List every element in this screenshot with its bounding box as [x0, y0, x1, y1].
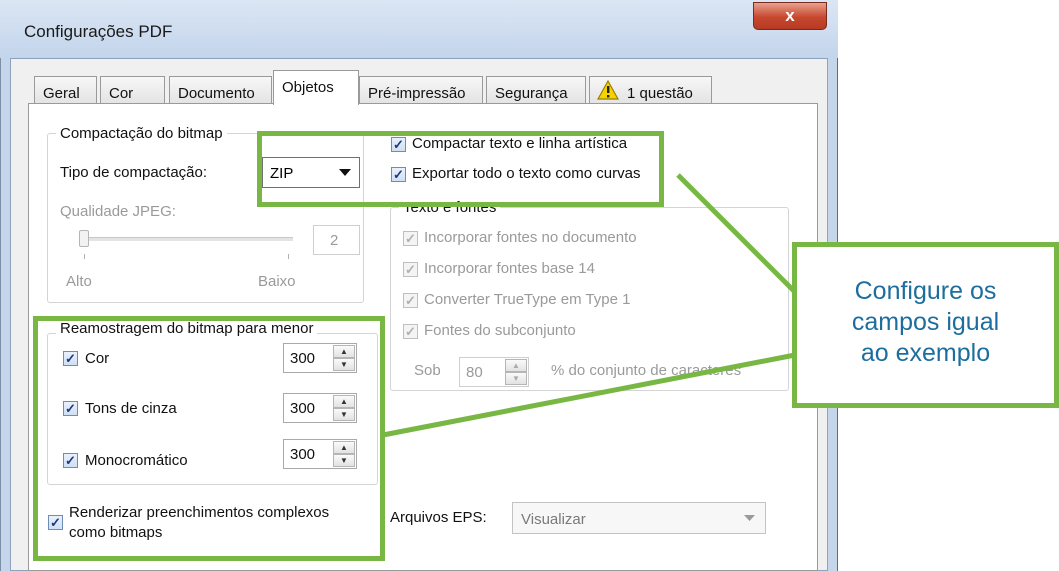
close-button[interactable]: x — [753, 2, 827, 30]
jpeg-quality-slider-handle[interactable] — [79, 230, 89, 247]
callout-line-1: Configure os — [854, 277, 997, 305]
embed-base14-label: Incorporar fontes base 14 — [424, 260, 595, 277]
slider-tick-max — [288, 254, 289, 259]
bitmap-compression-legend: Compactação do bitmap — [56, 125, 227, 142]
callout-line-2: campos igual — [851, 308, 1000, 336]
callout-line-3: ao exemplo — [860, 339, 991, 367]
instruction-callout: Configure os campos igual ao exemplo — [792, 242, 1059, 408]
slider-max-label: Baixo — [258, 273, 296, 290]
highlight-box-left — [33, 316, 385, 561]
convert-truetype-label: Converter TrueType em Type 1 — [424, 291, 631, 308]
eps-files-label: Arquivos EPS: — [390, 509, 487, 526]
highlight-box-top — [257, 131, 664, 207]
window-title: Configurações PDF — [24, 22, 173, 41]
jpeg-quality-slider-track — [83, 237, 293, 241]
convert-truetype-checkbox[interactable]: ✓ — [403, 293, 418, 308]
tab-geral[interactable]: Geral — [34, 76, 97, 104]
tab-pre-impressao[interactable]: Pré-impressão — [359, 76, 483, 104]
tab-documento[interactable]: Documento — [169, 76, 272, 104]
compression-type-label: Tipo de compactação: — [60, 164, 208, 181]
jpeg-quality-label: Qualidade JPEG: — [60, 203, 176, 220]
tab-seguranca[interactable]: Segurança — [486, 76, 586, 104]
slider-min-label: Alto — [66, 273, 92, 290]
embed-base14-checkbox[interactable]: ✓ — [403, 262, 418, 277]
warning-icon — [597, 80, 619, 100]
slider-tick-min — [84, 254, 85, 259]
embed-fonts-checkbox[interactable]: ✓ — [403, 231, 418, 246]
tab-issues[interactable]: 1 questão — [589, 76, 712, 104]
jpeg-quality-input[interactable]: 2 — [313, 225, 360, 255]
tab-cor[interactable]: Cor — [100, 76, 165, 104]
subset-fonts-checkbox[interactable]: ✓ — [403, 324, 418, 339]
subset-charset-label: % do conjunto de caracteres — [551, 362, 742, 379]
tab-objetos[interactable]: Objetos — [273, 70, 359, 105]
chevron-down-icon — [744, 515, 755, 521]
subset-under-label: Sob — [414, 362, 441, 379]
embed-fonts-label: Incorporar fontes no documento — [424, 229, 637, 246]
subset-threshold-input[interactable]: 80 ▲ ▼ — [459, 357, 529, 387]
subset-fonts-label: Fontes do subconjunto — [424, 322, 576, 339]
eps-files-select[interactable]: Visualizar — [512, 502, 766, 534]
